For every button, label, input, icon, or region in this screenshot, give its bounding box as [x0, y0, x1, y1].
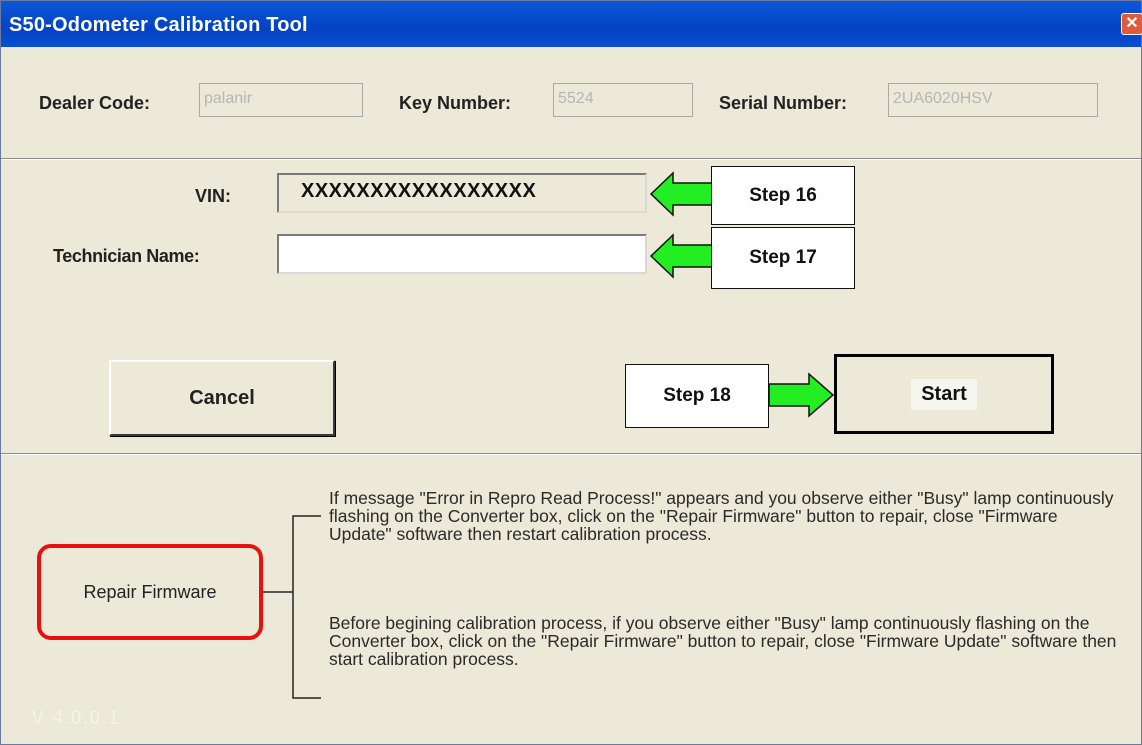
- arrow-left-icon: [649, 233, 714, 279]
- vin-label: VIN:: [195, 186, 231, 206]
- arrow-right-icon: [768, 372, 835, 418]
- title-bar: S50-Odometer Calibration Tool ✕: [1, 1, 1142, 47]
- cancel-button[interactable]: Cancel: [109, 360, 335, 436]
- arrow-left-icon: [649, 171, 714, 217]
- repair-firmware-button[interactable]: Repair Firmware: [37, 544, 263, 640]
- serial-number-field: 2UA6020HSV: [888, 83, 1098, 117]
- repair-note-before-calibration: Before begining calibration process, if …: [329, 613, 1117, 669]
- key-number-field: 5524: [553, 83, 693, 117]
- step-16-callout: Step 16: [711, 166, 855, 225]
- step-17-callout: Step 17: [711, 227, 855, 289]
- key-number-label: Key Number:: [399, 93, 512, 113]
- step-18-callout: Step 18: [625, 364, 769, 428]
- vin-field[interactable]: XXXXXXXXXXXXXXXXX: [277, 173, 647, 213]
- serial-number-label: Serial Number:: [719, 93, 848, 113]
- dealer-code-label: Dealer Code:: [39, 93, 151, 113]
- separator-bottom: [1, 453, 1141, 455]
- start-button-label: Start: [911, 378, 977, 410]
- version-label: V 4.0.0.1: [31, 707, 121, 729]
- close-icon: ✕: [1125, 15, 1139, 32]
- repair-note-error: If message "Error in Repro Read Process!…: [329, 488, 1114, 544]
- technician-name-input[interactable]: [277, 234, 647, 274]
- window-title: S50-Odometer Calibration Tool: [9, 14, 308, 36]
- close-button[interactable]: ✕: [1121, 13, 1142, 35]
- bracket-connector: [263, 515, 321, 699]
- calibration-tool-window: S50-Odometer Calibration Tool ✕ Dealer C…: [0, 0, 1142, 745]
- dealer-code-field: palanir: [199, 83, 363, 117]
- separator-top: [1, 158, 1141, 160]
- technician-name-label: Technician Name:: [53, 246, 200, 266]
- start-button[interactable]: Start: [834, 354, 1054, 434]
